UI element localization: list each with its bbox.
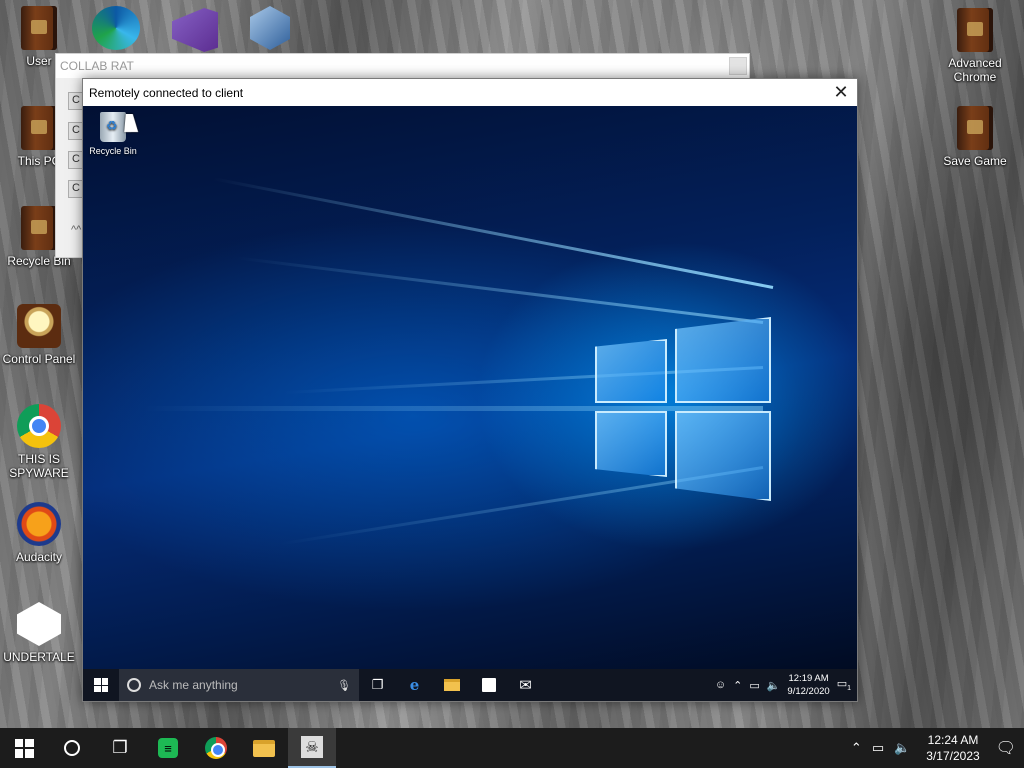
desktop-icon-control-panel[interactable]: Control Panel (0, 304, 78, 366)
cortana-icon (64, 740, 80, 756)
visual-studio-icon-desktop[interactable] (172, 8, 218, 52)
skull-icon: ☠ (301, 736, 323, 758)
desktop-icon-audacity[interactable]: Audacity (0, 502, 78, 564)
desktop-icon-label: UNDERTALE (3, 650, 75, 664)
taskbar: ❐ ≡ ☠ ⌃ ▭ 🔈 12:24 AM 3/17/2023 🗨 (0, 728, 1024, 768)
logo-pane (595, 339, 667, 403)
recycle-bin-icon (100, 112, 126, 142)
desktop-icon-advanced-chrome[interactable]: Advanced Chrome (936, 8, 1014, 84)
edge-icon-desktop[interactable] (92, 6, 140, 50)
desktop-icon-save-game[interactable]: Save Game (936, 106, 1014, 168)
desktop-icon-label: Audacity (15, 550, 63, 564)
remote-desktop-icon-label: Recycle Bin (89, 146, 137, 156)
volume-icon[interactable]: 🔈 (767, 679, 781, 692)
desktop-icon-undertale[interactable]: UNDERTALE (0, 602, 78, 664)
spotify-icon: ≡ (158, 738, 178, 758)
logo-pane (675, 317, 771, 403)
windows-icon (94, 678, 108, 692)
network-icon[interactable]: ▭ (872, 740, 884, 756)
desktop-icon-this-is-spyware[interactable]: THIS IS SPYWARE (0, 404, 78, 480)
edge-icon[interactable]: e (396, 669, 433, 701)
rat-taskbar-button[interactable]: ☠ (288, 728, 336, 768)
collab-rat-title: COLLAB RAT (60, 59, 134, 73)
start-button[interactable] (0, 728, 48, 768)
date: 3/17/2023 (926, 749, 980, 763)
desktop-icon-label: User (26, 54, 52, 68)
collab-rat-titlebar[interactable]: COLLAB RAT (56, 54, 749, 78)
windows-logo-wallpaper (593, 311, 773, 501)
spotify-taskbar-button[interactable]: ≡ (144, 728, 192, 768)
chrome-icon (17, 404, 61, 448)
book-icon (957, 106, 993, 150)
remote-window[interactable]: Remotely connected to client ✕ Recycle B… (82, 78, 858, 702)
action-center-icon[interactable]: 🗨 (996, 738, 1016, 758)
lightbulb-icon (17, 304, 61, 348)
store-icon[interactable] (470, 669, 507, 701)
file-explorer-icon[interactable] (433, 669, 470, 701)
remote-system-tray: ☺ ⌃ ▭ 🔈 12:19 AM 9/12/2020 ▭1 (715, 672, 857, 698)
chrome-taskbar-button[interactable] (192, 728, 240, 768)
remote-desktop-screen[interactable]: Recycle Bin (83, 106, 857, 669)
task-view-icon[interactable]: ❐ (96, 728, 144, 768)
people-icon[interactable]: ☺ (715, 679, 726, 691)
file-explorer-taskbar-button[interactable] (240, 728, 288, 768)
folder-icon (253, 739, 275, 757)
notification-count: 1 (847, 685, 851, 693)
book-icon (21, 206, 57, 250)
remote-search-box[interactable]: Ask me anything 🎙 (119, 669, 359, 701)
desktop-icon-label: Control Panel (2, 352, 76, 366)
remote-date: 9/12/2020 (787, 686, 830, 697)
chevron-up-icon[interactable]: ⌃ (851, 740, 862, 756)
virtualbox-icon-desktop[interactable] (250, 6, 290, 50)
remote-taskbar: Ask me anything 🎙 ❐ e ✉ ☺ ⌃ ▭ 🔈 12:19 AM… (83, 669, 857, 701)
collab-rat-close-button[interactable] (729, 57, 747, 75)
mail-icon[interactable]: ✉ (507, 669, 544, 701)
mouse-cursor-icon (124, 114, 140, 132)
chrome-icon (205, 737, 227, 759)
volume-icon[interactable]: 🔈 (894, 740, 910, 756)
windows-icon (14, 738, 34, 758)
system-tray: ⌃ ▭ 🔈 12:24 AM 3/17/2023 🗨 (851, 732, 1024, 764)
book-icon (957, 8, 993, 52)
desktop-icon-label: Advanced Chrome (948, 56, 1002, 84)
logo-pane (675, 411, 771, 501)
remote-window-title: Remotely connected to client (89, 86, 244, 100)
wallpaper-beam (213, 177, 774, 289)
cortana-icon (127, 678, 141, 692)
task-view-icon[interactable]: ❐ (359, 669, 396, 701)
search-button[interactable] (48, 728, 96, 768)
desktop-icon-label: This PC (17, 154, 61, 168)
desktop-icon-label: Save Game (943, 154, 1007, 168)
chevron-up-icon[interactable]: ⌃ (733, 679, 742, 692)
microphone-icon[interactable]: 🎙 (337, 679, 351, 692)
audacity-icon (17, 502, 61, 546)
book-icon (21, 106, 57, 150)
network-icon[interactable]: ▭ (749, 679, 759, 692)
action-center-icon[interactable]: ▭1 (837, 677, 851, 692)
close-icon[interactable]: ✕ (831, 83, 851, 103)
clock[interactable]: 12:24 AM 3/17/2023 (920, 732, 985, 764)
desktop-icon-label: THIS IS SPYWARE (9, 452, 69, 480)
time: 12:24 AM (927, 733, 979, 747)
collab-rat-collapse[interactable]: ^^ (71, 224, 81, 236)
remote-titlebar[interactable]: Remotely connected to client ✕ (83, 79, 857, 106)
remote-search-placeholder: Ask me anything (149, 678, 238, 692)
remote-clock[interactable]: 12:19 AM 9/12/2020 (787, 672, 829, 698)
unity-icon (17, 602, 61, 646)
remote-time: 12:19 AM (788, 673, 829, 684)
remote-start-button[interactable] (83, 669, 119, 701)
logo-pane (595, 411, 667, 477)
book-icon (21, 6, 57, 50)
